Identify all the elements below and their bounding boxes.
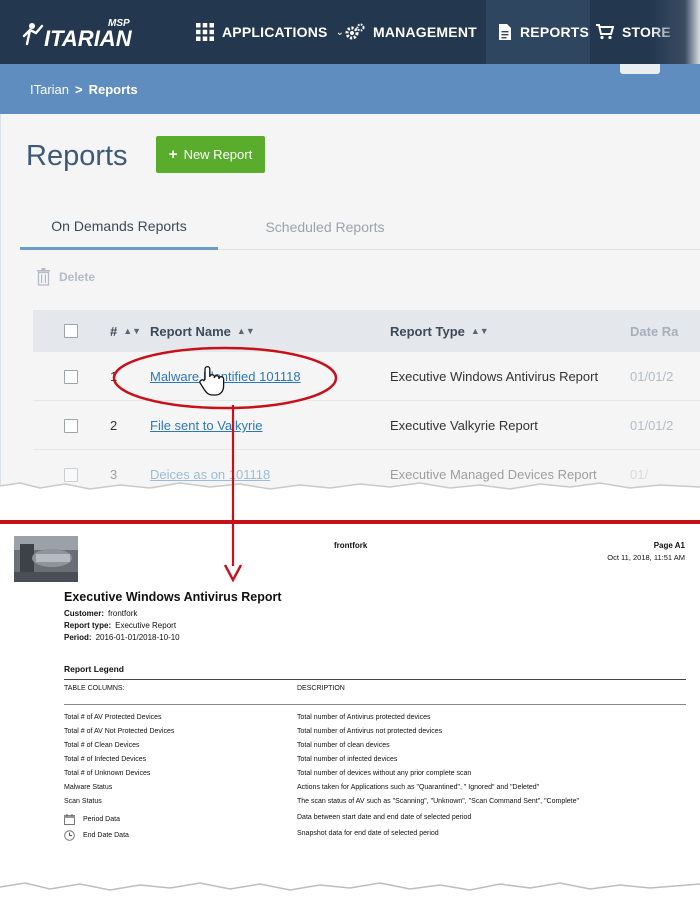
divider: [64, 679, 686, 680]
row-checkbox[interactable]: [64, 369, 78, 384]
report-name-link[interactable]: Malware Identified 101118: [150, 352, 301, 401]
report-legend-title: Report Legend: [64, 664, 124, 674]
column-report-name[interactable]: Report Name ▲▼: [150, 310, 255, 352]
report-meta-type: Report type: Executive Report: [64, 621, 177, 630]
legend-row: Total # of Infected Devices Total number …: [64, 756, 398, 763]
column-date-range[interactable]: Date Ra: [630, 310, 678, 352]
page-title: Reports: [26, 140, 128, 172]
sort-icon: ▲▼: [470, 326, 489, 336]
nav-reports-label: REPORTS: [520, 24, 590, 40]
select-all-checkbox-cell: [64, 310, 78, 352]
nav-applications[interactable]: APPLICATIONS ⌄: [196, 0, 344, 64]
report-date-range: 01/01/2: [630, 418, 674, 433]
report-type: Executive Valkyrie Report: [390, 418, 538, 433]
breadcrumb-separator: >: [75, 81, 83, 97]
report-title: Executive Windows Antivirus Report: [64, 590, 282, 604]
table-row[interactable]: 2 File sent to Valkyrie Executive Valkyr…: [33, 401, 700, 450]
clock-icon: [64, 830, 75, 841]
nav-management-label: MANAGEMENT: [373, 24, 477, 40]
report-meta-customer: Customer: frontfork: [64, 609, 138, 618]
row-number: 1: [110, 369, 118, 384]
table-row[interactable]: 1 Malware Identified 101118 Executive Wi…: [33, 352, 700, 401]
legend-row: Period Data Data between start date and …: [0, 814, 700, 827]
row-checkbox[interactable]: [64, 418, 78, 433]
tab-on-demand-reports[interactable]: On Demands Reports: [20, 204, 218, 250]
report-type: Executive Windows Antivirus Report: [390, 369, 599, 384]
breadcrumb: ITarian > Reports: [0, 64, 700, 114]
report-date-range: 01/01/2: [630, 369, 674, 384]
breadcrumb-root[interactable]: ITarian: [30, 82, 69, 97]
legend-row: End Date Data Snapshot data for end date…: [0, 830, 700, 843]
legend-row: Malware Status Actions taken for Applicat…: [64, 784, 540, 791]
collapse-handle[interactable]: [620, 64, 660, 74]
report-meta-period: Period: 2016-01-01/2018-10-10: [64, 633, 180, 642]
column-number-label: #: [110, 323, 118, 339]
gears-icon: [345, 23, 365, 41]
legend-description-header: DESCRIPTION: [297, 685, 345, 692]
chevron-down-icon: ⌄: [335, 26, 345, 38]
report-thumbnail-image: [14, 536, 78, 582]
column-report-type[interactable]: Report Type ▲▼: [390, 310, 489, 352]
reports-content: Reports + New Report On Demands Reports …: [0, 114, 700, 500]
logo-wordmark: ITARIAN: [44, 26, 133, 51]
legend-column-header: TABLE COLUMNS:: [64, 685, 125, 692]
itarian-logo[interactable]: ITARIAN MSP: [20, 14, 150, 52]
report-name-link[interactable]: File sent to Valkyrie: [150, 401, 262, 450]
torn-edge: [0, 482, 700, 500]
legend-row: Scan Status The scan status of AV such as…: [64, 798, 579, 805]
column-report-type-label: Report Type: [390, 323, 465, 339]
grid-icon: [196, 23, 214, 41]
divider: [64, 704, 686, 705]
reports-table: # ▲▼ Report Name ▲▼ Report Type ▲▼ Date …: [33, 310, 700, 499]
row-number: 2: [110, 418, 118, 433]
report-tabs: On Demands Reports Scheduled Reports: [20, 204, 700, 250]
delete-button[interactable]: Delete: [37, 266, 95, 288]
new-report-label: New Report: [183, 147, 253, 162]
sort-icon: ▲▼: [236, 326, 255, 336]
column-number[interactable]: # ▲▼: [110, 310, 141, 352]
nav-applications-label: APPLICATIONS: [222, 24, 328, 40]
top-navigation-bar: ITARIAN MSP APPLICATIONS ⌄ MANAGEMENT RE…: [0, 0, 700, 64]
breadcrumb-current: Reports: [88, 81, 138, 97]
legend-row: Total # of AV Protected Devices Total num…: [64, 714, 431, 721]
sort-icon: ▲▼: [123, 326, 142, 336]
screenshot-composite: ITARIAN MSP APPLICATIONS ⌄ MANAGEMENT RE…: [0, 0, 700, 905]
logo-msp: MSP: [108, 18, 130, 29]
calendar-icon: [64, 814, 75, 825]
column-date-range-label: Date Ra: [630, 323, 679, 339]
legend-row: Total # of AV Not Protected Devices Total…: [64, 728, 443, 735]
tab-scheduled-reports[interactable]: Scheduled Reports: [230, 204, 420, 250]
report-header-customer: frontfork: [334, 541, 368, 550]
legend-row: Total # of Clean Devices Total number of …: [64, 742, 390, 749]
delete-label: Delete: [59, 270, 96, 284]
table-header: # ▲▼ Report Name ▲▼ Report Type ▲▼ Date …: [33, 310, 700, 352]
nav-reports[interactable]: REPORTS: [486, 0, 590, 64]
nav-management[interactable]: MANAGEMENT ⌄: [345, 0, 493, 64]
plus-icon: +: [168, 146, 178, 163]
report-page-number: Page A1: [653, 541, 685, 550]
new-report-button[interactable]: + New Report: [156, 136, 265, 173]
select-all-checkbox[interactable]: [64, 324, 78, 338]
cart-icon: [596, 24, 614, 40]
nav-fade-edge: [650, 0, 700, 64]
column-report-name-label: Report Name: [150, 323, 231, 339]
report-generated-date: Oct 11, 2018, 11:51 AM: [607, 553, 685, 562]
itarian-app-window: ITARIAN MSP APPLICATIONS ⌄ MANAGEMENT RE…: [0, 0, 700, 500]
legend-row: Total # of Unknown Devices Total number o…: [64, 770, 472, 777]
document-icon: [498, 23, 512, 41]
torn-edge: [0, 882, 700, 905]
itarian-runner-icon: [22, 23, 44, 46]
trash-icon: [37, 268, 50, 286]
report-preview: frontfork Page A1 Oct 11, 2018, 11:51 AM…: [0, 524, 700, 905]
